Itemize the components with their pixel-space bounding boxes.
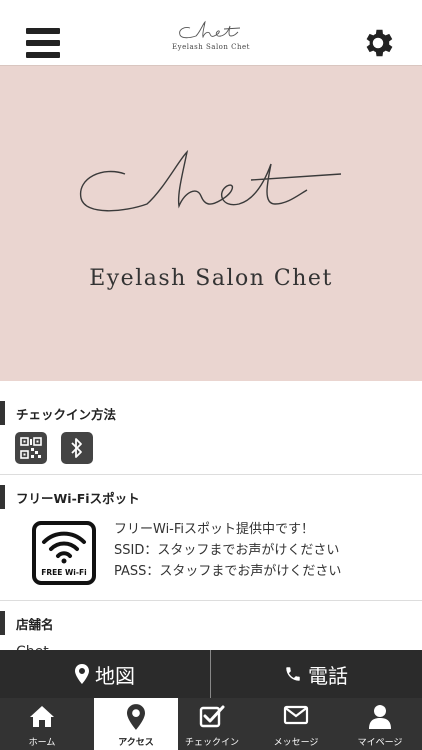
checkin-section: チェックイン方法	[0, 381, 422, 474]
wifi-badge-label: FREE Wi-Fi	[41, 568, 87, 577]
tab-label: アクセス	[118, 738, 154, 748]
bottom-tab-bar: ホーム アクセス チェックイン メッセージ マイページ	[0, 698, 422, 750]
tab-checkin[interactable]: チェックイン	[170, 698, 254, 750]
tab-message[interactable]: メッセージ	[254, 698, 338, 750]
gear-icon[interactable]	[360, 25, 396, 61]
checkbox-icon	[199, 705, 225, 728]
tab-access[interactable]: アクセス	[94, 698, 178, 750]
home-icon	[30, 706, 54, 727]
hero-title: Eyelash Salon Chet	[89, 266, 333, 291]
envelope-icon	[283, 705, 309, 725]
store-section-title: 店舗名	[16, 617, 54, 632]
free-wifi-badge: FREE Wi-Fi	[32, 521, 96, 585]
wifi-info-line: フリーWi-Fiスポット提供中です！	[114, 522, 315, 537]
wifi-pass-line: PASS：スタッフまでお声がけください	[114, 564, 342, 579]
app-header: Eyelash Salon Chet	[0, 0, 422, 66]
phone-button[interactable]: 電話	[211, 650, 421, 698]
header-logo: Eyelash Salon Chet	[165, 20, 257, 60]
tab-home[interactable]: ホーム	[0, 698, 84, 750]
phone-label: 電話	[308, 663, 348, 688]
phone-icon	[286, 667, 300, 681]
map-button[interactable]: 地図	[0, 650, 210, 698]
tab-label: チェックイン	[184, 738, 239, 748]
user-icon	[369, 705, 391, 729]
tab-label: ホーム	[28, 738, 56, 748]
tab-label: マイページ	[357, 738, 403, 748]
chet-script-logo	[179, 20, 241, 39]
qr-code-icon[interactable]	[15, 432, 47, 464]
section-divider	[0, 474, 422, 475]
tab-mypage[interactable]: マイページ	[338, 698, 422, 750]
location-pin-icon	[75, 664, 89, 684]
map-phone-bar: 地図 電話	[0, 650, 422, 698]
checkin-section-title: チェックイン方法	[16, 407, 117, 422]
chet-hero-script-logo	[80, 149, 342, 212]
wifi-icon	[42, 531, 86, 564]
bluetooth-icon[interactable]	[61, 432, 93, 464]
section-divider	[0, 600, 422, 601]
menu-icon[interactable]	[26, 28, 60, 58]
location-pin-icon	[127, 704, 145, 730]
section-accent-bar	[0, 485, 5, 509]
wifi-ssid-line: SSID：スタッフまでお声がけください	[114, 543, 340, 558]
wifi-section-title: フリーWi-Fiスポット	[16, 491, 140, 506]
section-accent-bar	[0, 611, 5, 635]
section-accent-bar	[0, 401, 5, 425]
logo-subtitle: Eyelash Salon Chet	[172, 43, 250, 51]
map-label: 地図	[95, 663, 135, 688]
hero-banner: Eyelash Salon Chet	[0, 66, 422, 381]
tab-label: メッセージ	[273, 738, 319, 748]
